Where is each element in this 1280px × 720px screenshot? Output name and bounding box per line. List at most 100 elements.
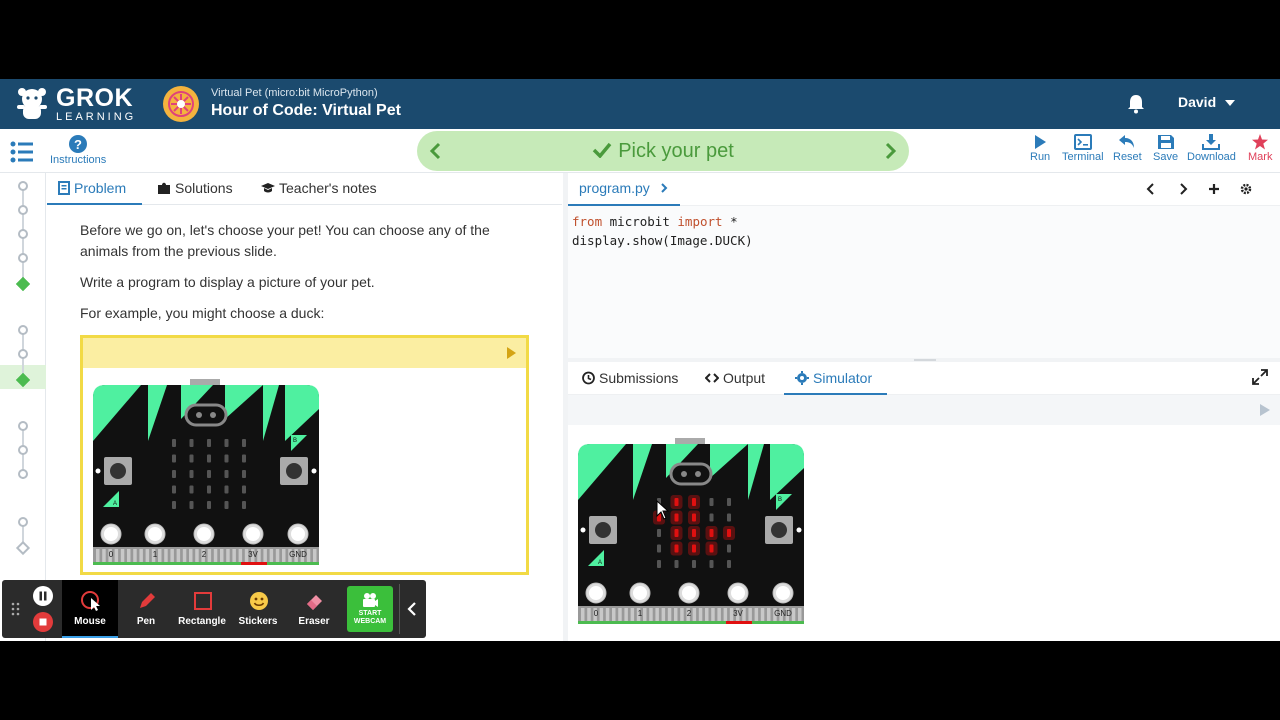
edge-finger [269, 549, 274, 563]
stickers-tool-button[interactable]: Stickers [230, 580, 286, 638]
cursor-icon [81, 591, 100, 611]
reset-label: Reset [1113, 151, 1142, 163]
rail-problem-todo[interactable] [15, 540, 31, 556]
file-tabs: program.py [568, 173, 1280, 206]
edge-finger [599, 608, 604, 622]
rail-step[interactable] [18, 421, 28, 431]
button-a-cap [110, 463, 126, 479]
edge-finger [760, 608, 765, 622]
tab-output-label: Output [723, 370, 766, 386]
button-a-label: A [598, 560, 602, 566]
screen-recorder-toolbar: Mouse Pen Rectangle Stickers Eraser STAR… [2, 580, 426, 638]
chevron-right-icon[interactable] [885, 142, 897, 165]
plus-icon[interactable] [1208, 182, 1220, 201]
file-tab-program[interactable]: program.py [579, 180, 668, 196]
led-off [189, 439, 194, 447]
logo-eye [210, 412, 216, 418]
menu-list-icon[interactable] [10, 141, 34, 164]
rail-step[interactable] [18, 253, 28, 263]
edge-finger [767, 608, 771, 622]
editor-pane: program.py from microbit import * displa… [568, 173, 1280, 641]
microbit-simulator[interactable]: A B 0 1 2 3V GND [578, 438, 804, 629]
led-off [207, 439, 211, 447]
rail-step[interactable] [18, 349, 28, 359]
led-off [189, 501, 194, 509]
lesson-toolbar: ? Instructions Pick your pet Run Termina… [0, 129, 1280, 173]
rail-step[interactable] [18, 325, 28, 335]
instructions-button[interactable]: ? Instructions [50, 135, 106, 166]
code-token: microbit [609, 214, 670, 229]
expand-icon[interactable] [1252, 369, 1268, 390]
pin-label: GND [289, 550, 307, 559]
terminal-button[interactable]: Terminal [1062, 134, 1104, 163]
button-b-label: B [778, 497, 782, 503]
download-label: Download [1187, 151, 1236, 163]
problem-paragraph: Before we go on, let's choose your pet! … [80, 222, 490, 259]
edge-finger [170, 549, 174, 563]
code-editor[interactable]: from microbit import * display.show(Imag… [568, 206, 1280, 358]
rail-step[interactable] [18, 445, 28, 455]
edge-finger [232, 549, 236, 563]
led-on [674, 513, 679, 522]
code-token: * [730, 214, 738, 229]
chip-icon [795, 371, 809, 385]
microbit-board: A B 0 1 2 3V GND [578, 438, 804, 624]
course-title[interactable]: Hour of Code: Virtual Pet [211, 102, 401, 120]
tab-teachers-notes-label: Teacher's notes [279, 180, 377, 196]
mark-button[interactable]: Mark [1248, 134, 1272, 163]
tab-problem[interactable]: Problem [58, 180, 126, 196]
led-off [189, 454, 194, 463]
edge-finger [133, 549, 137, 563]
edge-finger [748, 608, 752, 622]
webcam-icon [363, 593, 378, 607]
step-title: Pick your pet [417, 140, 909, 163]
led-off [224, 501, 229, 509]
rail-problem-done[interactable] [15, 276, 31, 292]
chevron-right-icon[interactable] [1178, 182, 1188, 201]
eraser-tool-button[interactable]: Eraser [286, 580, 342, 638]
pen-tool-button[interactable]: Pen [118, 580, 174, 638]
rail-step[interactable] [18, 205, 28, 215]
reset-button[interactable]: Reset [1113, 134, 1142, 163]
led-off [189, 485, 194, 494]
rail-step[interactable] [18, 517, 28, 527]
tab-output[interactable]: Output [704, 370, 766, 386]
user-menu[interactable]: David [1178, 94, 1236, 110]
play-icon[interactable] [507, 347, 516, 359]
tab-simulator[interactable]: Simulator [795, 370, 872, 386]
edge-finger [680, 608, 684, 622]
rail-step[interactable] [18, 229, 28, 239]
pin-label: 3V [733, 609, 743, 618]
chevron-left-icon[interactable] [1146, 182, 1156, 201]
button-a-label: A [113, 501, 117, 507]
run-button[interactable]: Run [1030, 134, 1050, 163]
gear-icon[interactable] [1240, 182, 1252, 201]
grok-logo[interactable]: GROK LEARNING [14, 85, 136, 123]
led-on [674, 544, 679, 553]
rectangle-tool-button[interactable]: Rectangle [174, 580, 230, 638]
tab-teachers-notes[interactable]: Teacher's notes [261, 180, 377, 196]
save-button[interactable]: Save [1153, 134, 1178, 163]
pause-icon[interactable] [33, 586, 53, 611]
rail-step[interactable] [18, 181, 28, 191]
download-button[interactable]: Download [1187, 134, 1236, 163]
edge-finger [674, 608, 678, 622]
recorder-divider [399, 584, 400, 634]
edge-finger [226, 549, 230, 563]
collapse-chevron-icon[interactable] [407, 602, 417, 621]
mouse-tool-button[interactable]: Mouse [62, 580, 118, 638]
edge-dot [580, 527, 586, 533]
rail-step[interactable] [18, 469, 28, 479]
tab-submissions[interactable]: Submissions [581, 370, 678, 386]
play-icon[interactable] [1260, 404, 1270, 416]
stop-icon[interactable] [33, 612, 53, 637]
drag-handle-icon[interactable] [11, 602, 21, 621]
instructions-label: Instructions [50, 154, 107, 166]
led-off [727, 544, 731, 553]
file-tab-label: program.py [579, 180, 650, 196]
edge-finger [791, 608, 796, 622]
tab-solutions[interactable]: Solutions [157, 180, 233, 196]
start-webcam-button[interactable]: START WEBCAM [347, 586, 393, 632]
bell-icon[interactable] [1127, 94, 1145, 119]
led-on [692, 498, 696, 506]
